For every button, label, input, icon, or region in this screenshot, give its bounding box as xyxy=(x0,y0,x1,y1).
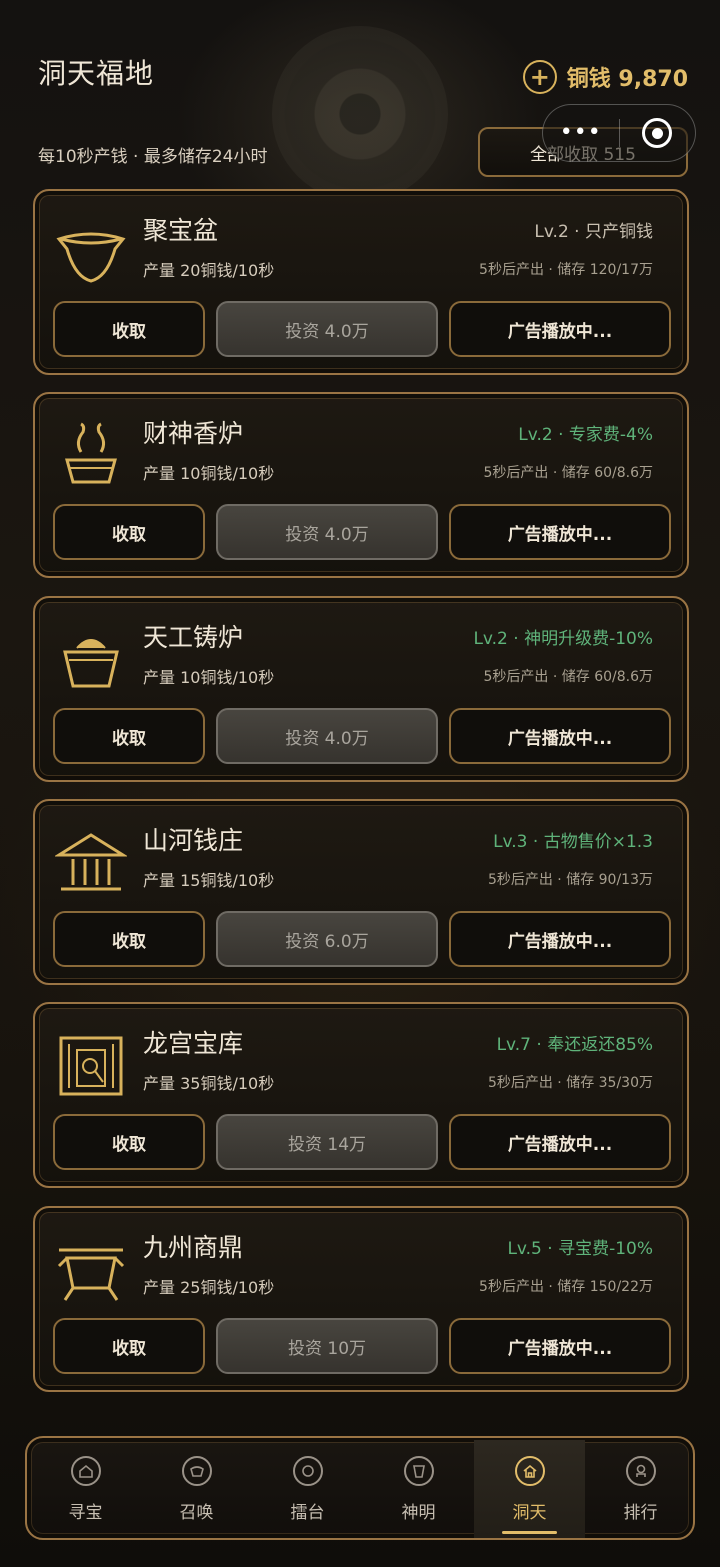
collect-button[interactable]: 收取 xyxy=(53,1318,205,1374)
building-card-jubaopen: 聚宝盆 产量 20铜钱/10秒 Lv.2 · 只产铜钱 5秒后产出 · 储存 1… xyxy=(33,189,689,375)
invest-button[interactable]: 投资 10万 xyxy=(216,1318,438,1374)
ad-button[interactable]: 广告播放中... xyxy=(449,301,671,357)
collect-button[interactable]: 收取 xyxy=(53,911,205,967)
page-title: 洞天福地 xyxy=(38,57,155,90)
furnace-icon xyxy=(63,639,119,688)
ad-button[interactable]: 广告播放中... xyxy=(449,708,671,764)
level-bonus: Lv.7 · 奉还返还85% xyxy=(496,1035,653,1055)
add-coin-button[interactable]: + xyxy=(522,60,557,94)
building-name: 山河钱庄 xyxy=(143,826,244,855)
tab-label: 洞天 xyxy=(512,1503,547,1523)
bowl-icon xyxy=(56,232,126,283)
ranking-icon xyxy=(625,1456,656,1486)
ad-button[interactable]: 广告播放中... xyxy=(449,911,671,967)
building-name: 财神香炉 xyxy=(143,419,244,448)
bottom-tab-bar: 寻宝 召唤 擂台 神明 洞天 排行 xyxy=(25,1436,695,1540)
summon-icon xyxy=(181,1456,212,1486)
tab-label: 寻宝 xyxy=(68,1503,103,1523)
building-card-longgong: 龙宫宝库 产量 35铜钱/10秒 Lv.7 · 奉还返还85% 5秒后产出 · … xyxy=(33,1002,689,1188)
building-card-shanhe: 山河钱庄 产量 15铜钱/10秒 Lv.3 · 古物售价×1.3 5秒后产出 ·… xyxy=(33,799,689,985)
building-name: 天工铸炉 xyxy=(143,623,244,652)
storage-info: 5秒后产出 · 储存 150/22万 xyxy=(479,1279,653,1295)
incense-burner-icon xyxy=(65,422,117,484)
invest-button[interactable]: 投资 4.0万 xyxy=(216,708,438,764)
invest-button[interactable]: 投资 6.0万 xyxy=(216,911,438,967)
vault-icon xyxy=(59,1036,123,1096)
tab-label: 神明 xyxy=(401,1503,436,1523)
tab-deity[interactable]: 神明 xyxy=(363,1440,474,1538)
ad-button[interactable]: 广告播放中... xyxy=(449,1114,671,1170)
production-rate: 产量 10铜钱/10秒 xyxy=(143,464,275,483)
storage-info: 5秒后产出 · 储存 35/30万 xyxy=(487,1075,653,1091)
level-bonus: Lv.2 · 专家费-4% xyxy=(518,425,653,445)
invest-button[interactable]: 投资 4.0万 xyxy=(216,504,438,560)
building-card-tiangong: 天工铸炉 产量 10铜钱/10秒 Lv.2 · 神明升级费-10% 5秒后产出 … xyxy=(33,596,689,782)
collect-button[interactable]: 收取 xyxy=(53,1114,205,1170)
deity-icon xyxy=(403,1456,434,1486)
coin-balance: + 铜钱 9,870 xyxy=(522,60,688,94)
more-button[interactable]: ••• xyxy=(543,122,619,144)
background-disc xyxy=(272,26,448,202)
storage-info: 5秒后产出 · 储存 60/8.6万 xyxy=(483,669,653,685)
tab-treasure-hunt[interactable]: 寻宝 xyxy=(30,1440,141,1538)
home-icon xyxy=(514,1456,545,1486)
building-card-jiuzhou: 九州商鼎 产量 25铜钱/10秒 Lv.5 · 寻宝费-10% 5秒后产出 · … xyxy=(33,1206,689,1392)
production-rate: 产量 25铜钱/10秒 xyxy=(143,1278,275,1297)
level-bonus: Lv.5 · 寻宝费-10% xyxy=(507,1239,653,1259)
collect-button[interactable]: 收取 xyxy=(53,504,205,560)
tab-label: 召唤 xyxy=(179,1503,214,1523)
collect-button[interactable]: 收取 xyxy=(53,301,205,357)
production-info: 每10秒产钱 · 最多储存24小时 xyxy=(38,147,268,167)
storage-info: 5秒后产出 · 储存 120/17万 xyxy=(479,262,653,278)
ad-button[interactable]: 广告播放中... xyxy=(449,504,671,560)
bank-icon xyxy=(55,833,127,891)
close-button[interactable] xyxy=(620,118,696,148)
production-rate: 产量 15铜钱/10秒 xyxy=(143,871,275,890)
building-name: 聚宝盆 xyxy=(143,216,219,245)
storage-info: 5秒后产出 · 储存 90/13万 xyxy=(487,872,653,888)
treasure-hunt-icon xyxy=(70,1456,101,1486)
ad-button[interactable]: 广告播放中... xyxy=(449,1318,671,1374)
production-rate: 产量 10铜钱/10秒 xyxy=(143,668,275,687)
cauldron-icon xyxy=(57,1248,125,1301)
building-name: 龙宫宝库 xyxy=(143,1029,244,1058)
production-rate: 产量 35铜钱/10秒 xyxy=(143,1074,275,1093)
level-bonus: Lv.2 · 神明升级费-10% xyxy=(473,629,653,649)
building-card-caishen: 财神香炉 产量 10铜钱/10秒 Lv.2 · 专家费-4% 5秒后产出 · 储… xyxy=(33,392,689,578)
tab-summon[interactable]: 召唤 xyxy=(141,1440,252,1538)
coin-label: 铜钱 9,870 xyxy=(566,67,688,92)
tab-dongtian[interactable]: 洞天 xyxy=(474,1440,585,1538)
target-icon xyxy=(642,118,673,148)
arena-icon xyxy=(292,1456,323,1486)
building-name: 九州商鼎 xyxy=(143,1233,244,1262)
tab-ranking[interactable]: 排行 xyxy=(585,1440,696,1538)
tab-label: 排行 xyxy=(623,1503,658,1523)
tab-label: 擂台 xyxy=(290,1503,325,1523)
mini-program-capsule: ••• xyxy=(542,104,696,162)
invest-button[interactable]: 投资 14万 xyxy=(216,1114,438,1170)
tab-arena[interactable]: 擂台 xyxy=(252,1440,363,1538)
level-bonus: Lv.3 · 古物售价×1.3 xyxy=(493,832,653,852)
storage-info: 5秒后产出 · 储存 60/8.6万 xyxy=(483,465,653,481)
level-bonus: Lv.2 · 只产铜钱 xyxy=(534,222,653,242)
production-rate: 产量 20铜钱/10秒 xyxy=(143,261,275,280)
collect-button[interactable]: 收取 xyxy=(53,708,205,764)
invest-button[interactable]: 投资 4.0万 xyxy=(216,301,438,357)
